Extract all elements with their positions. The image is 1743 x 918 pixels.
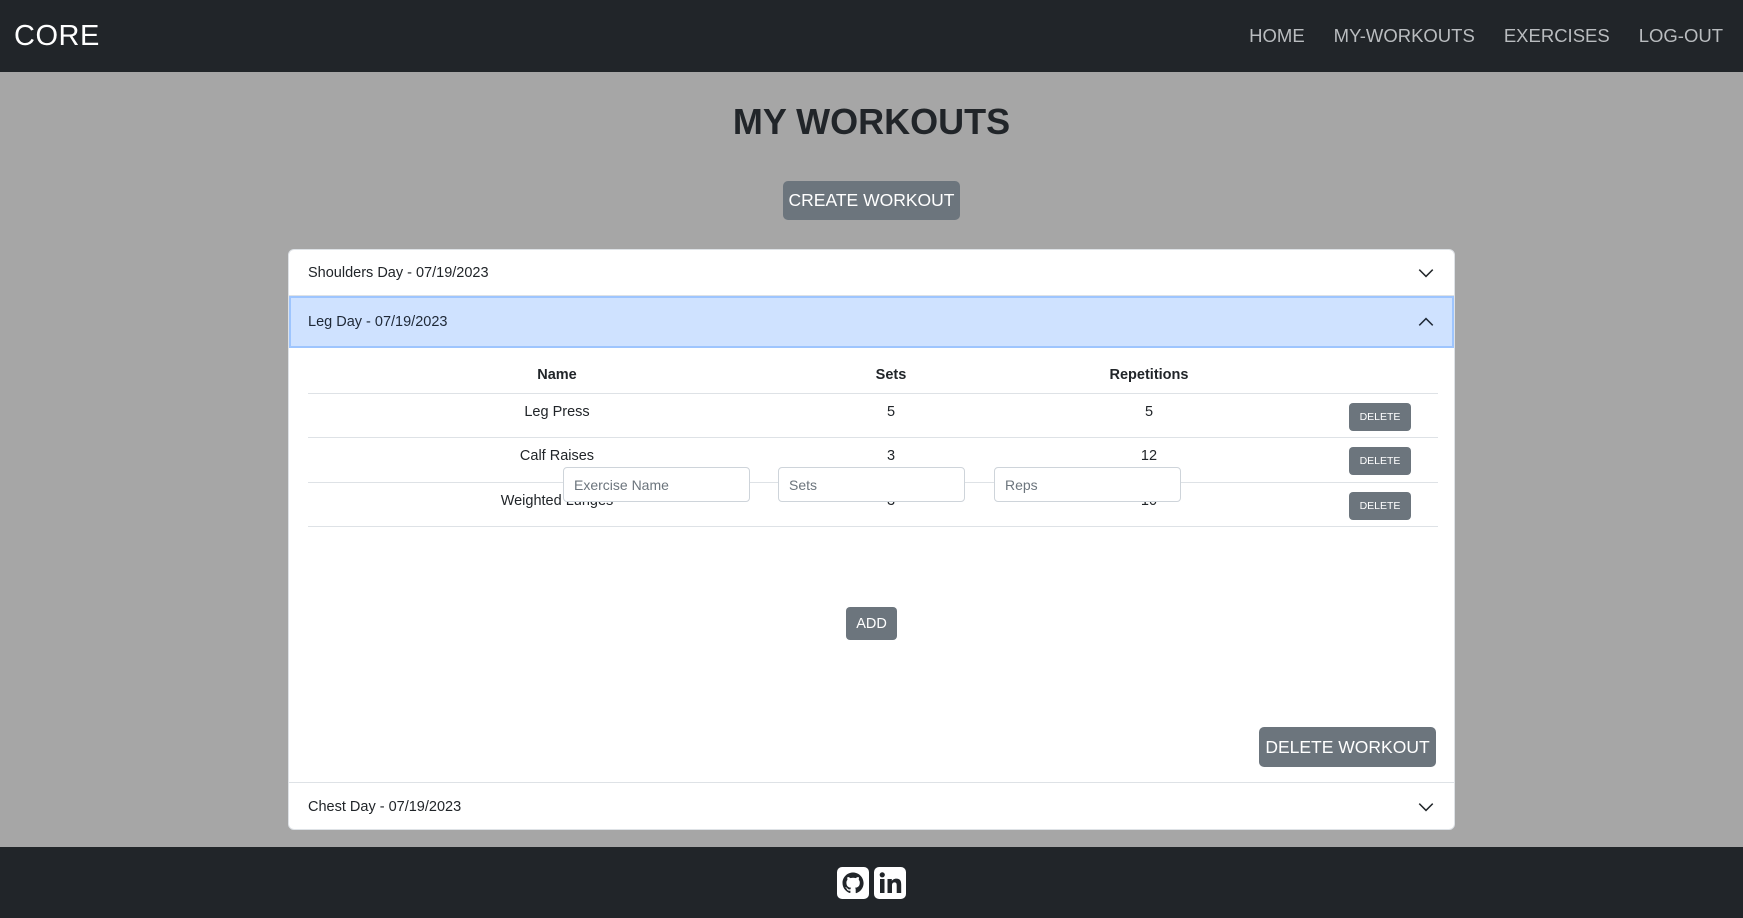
table-row: Leg Press 5 5 DELETE [308,393,1438,438]
delete-exercise-button[interactable]: DELETE [1349,447,1411,475]
delete-exercise-button[interactable]: DELETE [1349,402,1411,431]
column-header-name: Name [308,358,806,394]
reps-cell: 5 [976,393,1322,438]
accordion-title: Chest Day - 07/19/2023 [308,798,462,815]
table-header-row: Name Sets Repetitions [308,358,1438,394]
accordion-title: Leg Day - 07/19/2023 [308,314,448,330]
action-cell: DELETE [1322,482,1438,527]
accordion-body-leg-day: Name Sets Repetitions Leg Press 5 5 DELE… [308,348,1438,782]
exercise-name-cell: Leg Press [308,393,806,438]
chevron-down-icon [1418,268,1434,277]
footer [0,847,1743,918]
chevron-up-icon [1418,317,1434,326]
action-cell: DELETE [1322,437,1438,483]
action-cell: DELETE [1322,393,1438,438]
accordion-header-chest-day[interactable]: Chest Day - 07/19/2023 [289,782,1454,829]
sets-input[interactable] [778,467,965,502]
page-title: MY WORKOUTS [732,101,1011,142]
chevron-down-icon [1418,802,1434,811]
sets-cell: 5 [806,393,976,438]
column-header-sets: Sets [806,358,976,394]
nav-link-home[interactable]: HOME [1249,25,1305,47]
add-exercise-button[interactable]: ADD [846,607,897,640]
linkedin-icon[interactable] [874,866,906,899]
brand-logo[interactable]: CORE [14,20,100,53]
delete-workout-button[interactable]: DELETE WORKOUT [1259,727,1436,767]
nav-link-my-workouts[interactable]: MY-WORKOUTS [1334,25,1475,47]
github-icon[interactable] [837,866,869,899]
accordion-title: Shoulders Day - 07/19/2023 [308,264,489,281]
exercise-name-input[interactable] [563,467,750,502]
column-header-repetitions: Repetitions [976,358,1322,394]
nav-links: HOME MY-WORKOUTS EXERCISES LOG-OUT [1249,25,1729,47]
accordion-header-leg-day[interactable]: Leg Day - 07/19/2023 [289,296,1454,348]
reps-input[interactable] [994,467,1181,502]
nav-link-exercises[interactable]: EXERCISES [1504,25,1610,47]
nav-link-log-out[interactable]: LOG-OUT [1639,25,1723,47]
accordion-header-shoulders-day[interactable]: Shoulders Day - 07/19/2023 [289,250,1454,296]
create-workout-button[interactable]: CREATE WORKOUT [783,181,960,220]
delete-exercise-button[interactable]: DELETE [1349,491,1411,520]
navbar: CORE HOME MY-WORKOUTS EXERCISES LOG-OUT [0,0,1743,72]
column-header-actions [1322,358,1438,394]
